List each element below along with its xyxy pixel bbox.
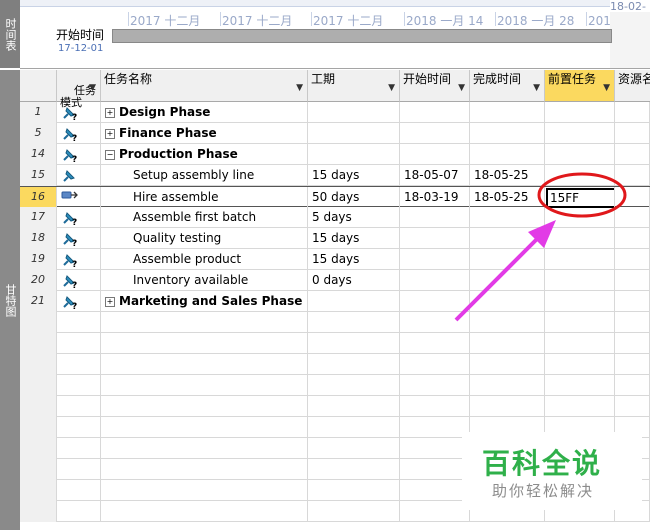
annotation-arrow-line: [454, 234, 542, 322]
watermark: 百科全说 助你轻松解决: [462, 432, 642, 510]
watermark-subtitle: 助你轻松解决: [492, 482, 595, 500]
watermark-title: 百科全说: [482, 447, 603, 480]
annotation-ellipse: [537, 172, 627, 218]
